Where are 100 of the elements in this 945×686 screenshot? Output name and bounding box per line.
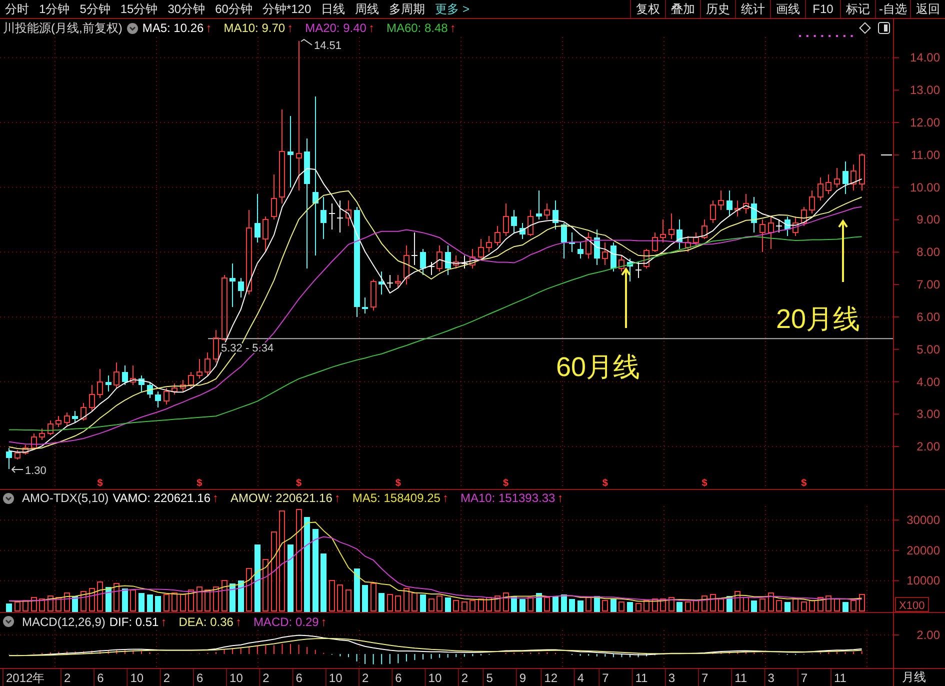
trend-arrow: ↑ xyxy=(334,491,340,505)
leader-line xyxy=(300,38,312,46)
indicator-value: MA10: 9.70 xyxy=(224,21,286,35)
bar xyxy=(644,600,650,612)
bar xyxy=(569,598,576,612)
period-tab[interactable]: 60分钟 xyxy=(215,0,252,18)
bar xyxy=(693,600,700,612)
candlestick xyxy=(312,96,318,256)
price-axis-label: 7.00 xyxy=(916,278,940,292)
bar xyxy=(14,601,20,612)
period-tab[interactable]: 周线 xyxy=(355,0,380,18)
chevron-circle-icon[interactable] xyxy=(127,22,138,34)
high-price-label: 14.51 xyxy=(314,40,342,52)
date-axis-label: 4 xyxy=(577,671,584,685)
bar xyxy=(627,602,633,612)
period-tab[interactable]: 1分钟 xyxy=(39,0,70,18)
trend-arrow: ↑ xyxy=(450,21,456,35)
chevron-circle-icon[interactable] xyxy=(3,492,14,504)
bar xyxy=(386,594,393,612)
bar xyxy=(288,544,294,612)
indicator-name: MACD(12,26,9) xyxy=(22,614,106,628)
toolbar-button[interactable]: 叠加 xyxy=(665,0,700,18)
bar xyxy=(47,595,54,612)
candlestick xyxy=(345,200,352,227)
price-axis-label: 11.00 xyxy=(910,148,940,162)
diamond-icon[interactable] xyxy=(859,22,871,34)
bar xyxy=(528,596,534,612)
candlestick xyxy=(403,245,410,286)
bar xyxy=(196,586,202,612)
bar xyxy=(172,592,178,612)
bar xyxy=(751,600,758,612)
bar xyxy=(279,510,286,612)
candlestick xyxy=(759,219,766,253)
date-axis-label: 12 xyxy=(544,671,558,685)
period-tab[interactable]: 日线 xyxy=(321,0,346,18)
bar xyxy=(221,580,228,612)
indicator-value: MACD: 0.29 xyxy=(253,614,319,628)
toolbar-button[interactable]: F10 xyxy=(805,0,840,18)
price-axis-label: 14.00 xyxy=(910,50,940,65)
bar xyxy=(64,592,70,612)
period-tab[interactable]: 30分钟 xyxy=(168,0,206,18)
bar xyxy=(652,598,658,612)
bar xyxy=(270,532,277,612)
bar xyxy=(776,600,782,612)
bar xyxy=(188,589,194,612)
bar xyxy=(502,592,509,612)
candlestick xyxy=(470,248,476,269)
bar xyxy=(560,594,567,612)
price-axis-label: 8.00 xyxy=(916,245,940,260)
indicator-value: MA10: 151393.33 xyxy=(460,491,556,505)
candlestick xyxy=(279,109,286,204)
bar xyxy=(858,594,865,612)
bar xyxy=(138,592,144,612)
candlestick xyxy=(72,410,78,423)
candlestick xyxy=(254,193,260,243)
period-tab[interactable]: 15分钟 xyxy=(120,0,158,18)
bar xyxy=(230,584,236,612)
date-axis-label: 3 xyxy=(668,671,676,685)
toolbar-button[interactable]: 返回 xyxy=(910,0,945,18)
toolbar-button[interactable]: -自选 xyxy=(875,0,910,18)
indicator-value: AMOW: 220621.16 xyxy=(230,491,332,505)
period-tab[interactable]: 分时 xyxy=(5,0,29,18)
bar xyxy=(660,598,666,612)
dividend-mark: $ xyxy=(196,478,202,489)
period-tab[interactable]: 分钟*120 xyxy=(262,0,312,18)
bar xyxy=(39,598,46,612)
date-axis-label: 11 xyxy=(635,671,648,685)
annotation-arrow xyxy=(621,267,631,328)
toolbar-button[interactable]: 复权 xyxy=(630,0,665,18)
dividend-mark: $ xyxy=(801,478,807,489)
leader-arrow xyxy=(11,466,24,473)
candlestick xyxy=(230,262,236,308)
toolbar-button[interactable]: 画线 xyxy=(770,0,805,18)
volume-axis-label: 20000 xyxy=(906,543,940,558)
bar xyxy=(130,589,136,612)
price-axis-label: 3.00 xyxy=(916,407,940,422)
volume-axis-label: 10000 xyxy=(906,574,940,588)
chevron-circle-icon[interactable] xyxy=(3,616,14,627)
bar xyxy=(204,589,211,612)
toolbar-button[interactable]: 统计 xyxy=(735,0,770,18)
bar xyxy=(362,585,368,612)
bar xyxy=(742,596,749,612)
panel-toggle-icon[interactable] xyxy=(878,22,890,34)
date-axis-label: 7 xyxy=(702,671,708,685)
candlestick xyxy=(328,203,336,230)
bar xyxy=(834,598,840,612)
indicator-value: VAMO: 220621.16 xyxy=(112,491,211,505)
bar xyxy=(163,594,170,612)
candlestick xyxy=(594,228,600,266)
toolbar-button[interactable]: 历史 xyxy=(700,0,735,18)
period-tab[interactable]: 多周期 xyxy=(389,0,426,18)
candlestick xyxy=(718,190,724,211)
period-tab[interactable]: 5分钟 xyxy=(80,0,110,18)
bar xyxy=(684,601,691,612)
candlestick xyxy=(577,242,584,260)
bar xyxy=(88,588,95,612)
trend-arrow: ↑ xyxy=(320,614,327,628)
toolbar-button[interactable]: 标记 xyxy=(840,0,875,18)
bar xyxy=(461,601,468,612)
period-tab[interactable]: 更多 > xyxy=(435,0,470,18)
